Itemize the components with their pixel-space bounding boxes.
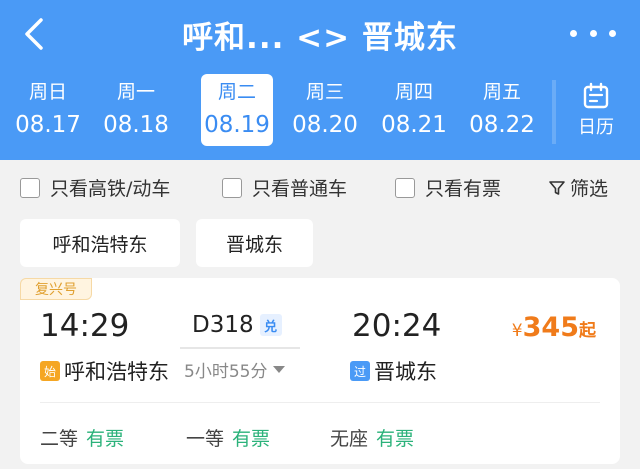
divider [40, 402, 600, 403]
date-selector: 周日 08.17 周一 08.18 周二 08.19 周三 08.20 周四 0… [12, 74, 552, 146]
filter-available[interactable]: 只看有票 [395, 174, 501, 201]
calendar-label: 日历 [578, 117, 614, 138]
start-tag: 始 [40, 361, 60, 381]
station-chip-to[interactable]: 晋城东 [196, 219, 313, 267]
date-tab[interactable]: 周日 08.17 [12, 74, 84, 146]
price-amount: 345 [522, 312, 579, 343]
date-tab-date: 08.20 [292, 112, 358, 138]
dot-icon [570, 29, 577, 37]
date-tab-selected[interactable]: 周二 08.19 [201, 74, 273, 146]
date-tab-weekday: 周日 [28, 81, 67, 103]
date-tab[interactable]: 周四 08.21 [378, 74, 450, 146]
dot-icon [589, 29, 597, 37]
arrival-station-name: 晋城东 [374, 360, 437, 384]
date-tab[interactable]: 周五 08.22 [466, 74, 538, 146]
more-options-button[interactable] [570, 18, 616, 48]
filter-label: 只看高铁/动车 [50, 178, 171, 200]
seat-status: 有票 [86, 428, 125, 450]
calendar-button[interactable]: 日历 [562, 78, 630, 148]
date-tab-date: 08.22 [469, 112, 535, 138]
arrival-station: 过 晋城东 [350, 356, 437, 386]
seat-status: 有票 [232, 428, 271, 450]
top-header: 呼和... <> 晋城东 周日 08.17 周一 08.18 周二 08.19 … [0, 0, 640, 160]
pass-tag: 过 [350, 361, 370, 381]
seat-type: 无座 [330, 428, 369, 450]
train-card[interactable]: 复兴号 14:29 D318 兑 20:24 ¥ 345 起 始 呼和浩特东 5… [20, 278, 620, 464]
date-tab-weekday: 周五 [482, 81, 521, 103]
checkbox[interactable] [222, 177, 242, 198]
filter-label: 只看有票 [425, 178, 502, 200]
train-type-badge: 复兴号 [20, 278, 92, 300]
filter-high-speed[interactable]: 只看高铁/动车 [20, 174, 170, 201]
page-title: 呼和... <> 晋城东 [182, 20, 458, 56]
seat-no-seat: 无座 有票 [330, 424, 414, 451]
date-tab-date: 08.21 [381, 112, 447, 138]
divider [552, 80, 556, 144]
dot-icon [609, 29, 616, 37]
price: ¥ 345 起 [512, 312, 596, 343]
departure-time: 14:29 [40, 308, 130, 344]
seat-status: 有票 [376, 428, 415, 450]
seat-type: 一等 [186, 428, 225, 450]
date-tab-date: 08.17 [15, 112, 81, 138]
filter-icon [549, 180, 565, 195]
date-tab-weekday: 周四 [394, 81, 433, 103]
departure-station-name: 呼和浩特东 [64, 360, 169, 384]
date-tab-date: 08.19 [204, 112, 270, 138]
date-tab[interactable]: 周三 08.20 [289, 74, 361, 146]
train-number: D318 [192, 312, 254, 338]
caret-down-icon [273, 366, 286, 373]
seat-first-class: 一等 有票 [186, 424, 270, 451]
exchange-tag: 兑 [259, 314, 282, 336]
route-line [180, 347, 300, 349]
seat-second-class: 二等 有票 [40, 424, 124, 451]
date-tab-weekday: 周一 [116, 81, 155, 103]
date-tab-date: 08.18 [103, 112, 169, 138]
price-suffix: 起 [579, 321, 596, 341]
calendar-icon [583, 82, 609, 109]
checkbox[interactable] [20, 177, 40, 198]
date-tab-weekday: 周二 [217, 81, 256, 103]
filter-bar: 只看高铁/动车 只看普通车 只看有票 筛选 [0, 160, 640, 210]
filter-normal-train[interactable]: 只看普通车 [222, 174, 347, 201]
train-number-group: D318 兑 [192, 312, 282, 338]
seat-type: 二等 [40, 428, 79, 450]
arrival-time: 20:24 [352, 308, 442, 344]
date-tab[interactable]: 周一 08.18 [100, 74, 172, 146]
screen-label: 筛选 [570, 178, 609, 200]
duration-text: 5小时55分 [184, 362, 268, 382]
station-chip-from[interactable]: 呼和浩特东 [20, 219, 180, 267]
departure-station: 始 呼和浩特东 [40, 356, 169, 386]
duration[interactable]: 5小时55分 [184, 357, 286, 382]
filter-label: 只看普通车 [252, 178, 348, 200]
checkbox[interactable] [395, 177, 415, 198]
screen-button[interactable]: 筛选 [548, 174, 608, 201]
date-tab-weekday: 周三 [305, 81, 344, 103]
price-currency: ¥ [511, 321, 523, 341]
